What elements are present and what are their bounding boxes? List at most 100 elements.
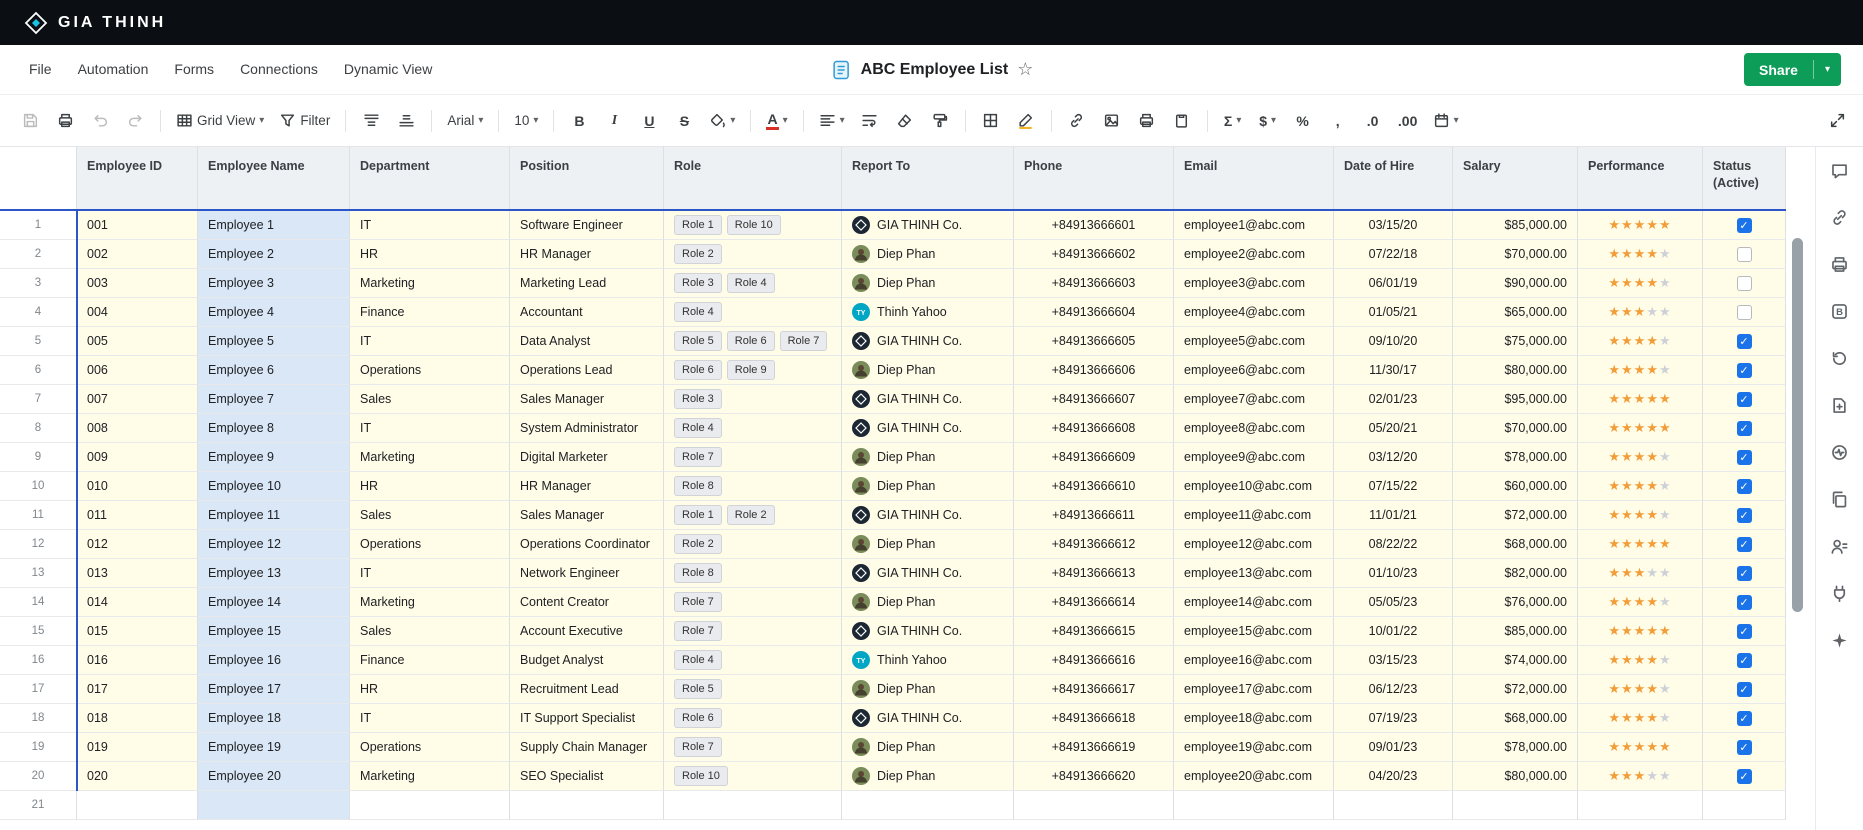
cell-status[interactable]: ✓: [1703, 443, 1786, 472]
cell-employee-id[interactable]: 003: [77, 269, 198, 298]
cell-date-of-hire[interactable]: 09/10/20: [1334, 327, 1453, 356]
cell-phone[interactable]: +84913666618: [1014, 704, 1174, 733]
cell-performance[interactable]: ★★★★★: [1578, 733, 1703, 762]
cell-report-to[interactable]: Diep Phan: [842, 356, 1014, 385]
italic-button[interactable]: I: [598, 105, 630, 137]
cell-department[interactable]: HR: [350, 675, 510, 704]
status-checkbox[interactable]: ✓: [1737, 595, 1752, 610]
cell-report-to[interactable]: GIA THINH Co.: [842, 414, 1014, 443]
column-header-date-of-hire[interactable]: Date of Hire: [1334, 147, 1453, 209]
cell-department[interactable]: Sales: [350, 385, 510, 414]
cell-report-to[interactable]: Diep Phan: [842, 472, 1014, 501]
cell-employee-name[interactable]: Employee 19: [198, 733, 350, 762]
cell-salary[interactable]: $80,000.00: [1453, 356, 1578, 385]
duplicate-button[interactable]: [1823, 482, 1857, 516]
row-number[interactable]: 14: [0, 588, 77, 617]
cell-email[interactable]: employee9@abc.com: [1174, 443, 1334, 472]
activity-button[interactable]: [1823, 435, 1857, 469]
cell-department[interactable]: Marketing: [350, 269, 510, 298]
row-number[interactable]: 21: [0, 791, 77, 820]
row-number[interactable]: 15: [0, 617, 77, 646]
text-wrap-button[interactable]: [854, 105, 886, 137]
cell-employee-id[interactable]: 017: [77, 675, 198, 704]
cell-phone[interactable]: +84913666620: [1014, 762, 1174, 791]
row-number[interactable]: 7: [0, 385, 77, 414]
cell-performance[interactable]: ★★★★★: [1578, 385, 1703, 414]
cell-date-of-hire[interactable]: 10/01/22: [1334, 617, 1453, 646]
clear-format-button[interactable]: [889, 105, 921, 137]
favorite-star-icon[interactable]: ☆: [1017, 59, 1033, 80]
status-checkbox[interactable]: ✓: [1737, 566, 1752, 581]
cell-department[interactable]: Sales: [350, 501, 510, 530]
cell-employee-name[interactable]: Employee 8: [198, 414, 350, 443]
cell-status[interactable]: ✓: [1703, 472, 1786, 501]
history-button[interactable]: [1823, 341, 1857, 375]
cell-salary[interactable]: $65,000.00: [1453, 298, 1578, 327]
cell-position[interactable]: Sales Manager: [510, 385, 664, 414]
cell-employee-id[interactable]: 005: [77, 327, 198, 356]
cell-employee-name[interactable]: Employee 2: [198, 240, 350, 269]
column-header-phone[interactable]: Phone: [1014, 147, 1174, 209]
cell-email[interactable]: employee18@abc.com: [1174, 704, 1334, 733]
cell-employee-id[interactable]: 010: [77, 472, 198, 501]
column-header-report-to[interactable]: Report To: [842, 147, 1014, 209]
cell-salary[interactable]: $68,000.00: [1453, 530, 1578, 559]
cell-position[interactable]: Budget Analyst: [510, 646, 664, 675]
cell-status[interactable]: ✓: [1703, 356, 1786, 385]
status-checkbox[interactable]: ✓: [1737, 479, 1752, 494]
cell-role[interactable]: Role 2: [664, 530, 842, 559]
cell-date-of-hire[interactable]: 03/12/20: [1334, 443, 1453, 472]
menu-automation[interactable]: Automation: [65, 61, 162, 77]
cell-department[interactable]: Marketing: [350, 762, 510, 791]
cell-salary[interactable]: $90,000.00: [1453, 269, 1578, 298]
bold-button[interactable]: B: [563, 105, 595, 137]
cell-performance[interactable]: ★★★★★: [1578, 675, 1703, 704]
cell-employee-name[interactable]: Employee 9: [198, 443, 350, 472]
document-title[interactable]: ABC Employee List: [861, 61, 1009, 79]
cell-employee-id[interactable]: 012: [77, 530, 198, 559]
cell-status[interactable]: ✓: [1703, 385, 1786, 414]
cell-phone[interactable]: +84913666604: [1014, 298, 1174, 327]
cell-salary[interactable]: $82,000.00: [1453, 559, 1578, 588]
row-number[interactable]: 8: [0, 414, 77, 443]
cell-performance[interactable]: ★★★★★: [1578, 530, 1703, 559]
row-number[interactable]: 11: [0, 501, 77, 530]
cell-role[interactable]: Role 7: [664, 733, 842, 762]
cell-employee-name[interactable]: Employee 14: [198, 588, 350, 617]
cell-salary[interactable]: $78,000.00: [1453, 733, 1578, 762]
status-checkbox[interactable]: ✓: [1737, 769, 1752, 784]
status-checkbox[interactable]: ✓: [1737, 392, 1752, 407]
column-header-position[interactable]: Position: [510, 147, 664, 209]
cell-email[interactable]: employee8@abc.com: [1174, 414, 1334, 443]
cell-date-of-hire[interactable]: 09/01/23: [1334, 733, 1453, 762]
cell-status[interactable]: [1703, 269, 1786, 298]
menu-dynamic-view[interactable]: Dynamic View: [331, 61, 445, 77]
comments-button[interactable]: [1823, 153, 1857, 187]
cell-phone[interactable]: +84913666606: [1014, 356, 1174, 385]
insert-image-button[interactable]: [1096, 105, 1128, 137]
cell-status[interactable]: ✓: [1703, 530, 1786, 559]
cell-position[interactable]: HR Manager: [510, 240, 664, 269]
cell-position[interactable]: Data Analyst: [510, 327, 664, 356]
cell-status[interactable]: ✓: [1703, 617, 1786, 646]
cell-position[interactable]: Operations Lead: [510, 356, 664, 385]
expand-toolbar-button[interactable]: [1821, 105, 1853, 137]
cell-salary[interactable]: $72,000.00: [1453, 675, 1578, 704]
cell-performance[interactable]: ★★★★★: [1578, 240, 1703, 269]
menu-forms[interactable]: Forms: [161, 61, 227, 77]
row-number[interactable]: 13: [0, 559, 77, 588]
cell-salary[interactable]: $85,000.00: [1453, 617, 1578, 646]
cell-employee-id[interactable]: 013: [77, 559, 198, 588]
cell-position[interactable]: Supply Chain Manager: [510, 733, 664, 762]
cell-employee-id[interactable]: 016: [77, 646, 198, 675]
text-color-button[interactable]: A▾: [760, 105, 793, 137]
cell-role[interactable]: Role 8: [664, 472, 842, 501]
cell-report-to[interactable]: Diep Phan: [842, 530, 1014, 559]
status-checkbox[interactable]: ✓: [1737, 218, 1752, 233]
cell-role[interactable]: Role 4: [664, 414, 842, 443]
cell-employee-name[interactable]: Employee 5: [198, 327, 350, 356]
row-number[interactable]: 12: [0, 530, 77, 559]
cell-date-of-hire[interactable]: 06/01/19: [1334, 269, 1453, 298]
cell-salary[interactable]: $70,000.00: [1453, 414, 1578, 443]
column-header-email[interactable]: Email: [1174, 147, 1334, 209]
